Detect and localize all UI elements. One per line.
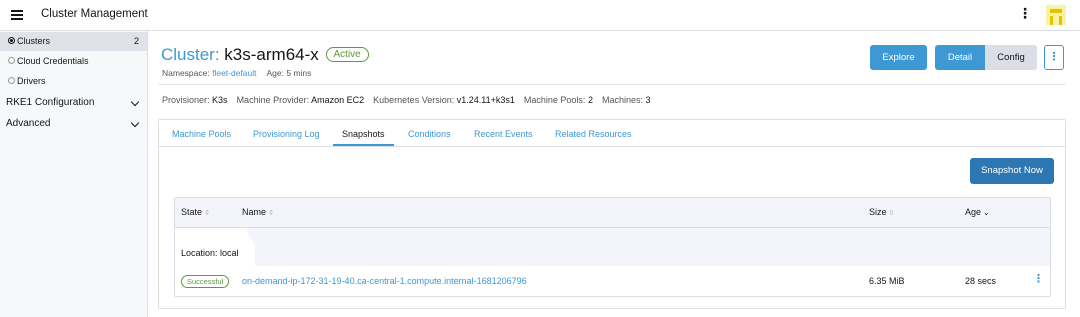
vertical-dots-icon[interactable]: ⋮	[1018, 6, 1032, 20]
page-title: Cluster: k3s-arm64-x Active	[161, 45, 369, 65]
top-bar: Cluster Management ⋮	[0, 0, 1080, 31]
tab-related-resources[interactable]: Related Resources	[555, 120, 632, 146]
age-text: Age: 5 mins	[266, 68, 312, 78]
group-row: Location: local	[175, 228, 1050, 266]
tab-conditions[interactable]: Conditions	[408, 120, 451, 146]
explore-button[interactable]: Explore	[870, 45, 927, 70]
column-header-name[interactable]: Name ⇳	[242, 207, 274, 217]
sort-desc-icon: ⌄	[983, 208, 990, 217]
namespace-link[interactable]: fleet-default	[212, 68, 256, 78]
row-actions-icon[interactable]: ⋮	[1033, 272, 1044, 285]
sidebar-group-rke1-configuration[interactable]: RKE1 Configuration	[0, 93, 147, 113]
sidebar-item-label: Clusters	[17, 36, 51, 46]
sort-icon: ⇳	[268, 210, 274, 217]
tab-provisioning-log[interactable]: Provisioning Log	[253, 120, 320, 146]
group-tag	[175, 228, 255, 266]
provisioner-label: Provisioner:	[162, 95, 210, 105]
tab-bar: Machine Pools Provisioning Log Snapshots…	[159, 120, 1065, 147]
column-header-age[interactable]: Age ⌄	[965, 207, 990, 217]
namespace-line: Namespace: fleet-default Age: 5 mins	[162, 68, 311, 78]
hamburger-menu-icon[interactable]	[11, 10, 23, 20]
app-title: Cluster Management	[41, 8, 148, 20]
sidebar-item-clusters[interactable]: Clusters 2	[0, 32, 147, 51]
circle-icon	[8, 57, 15, 65]
k8s-version-label: Kubernetes Version:	[373, 95, 455, 105]
machine-pools-label: Machine Pools:	[523, 95, 586, 105]
sidebar-item-drivers[interactable]: Drivers	[0, 72, 147, 91]
sidebar-item-label: Cloud Credentials	[17, 56, 89, 66]
snapshot-name-link[interactable]: on-demand-ip-172-31-19-40.ca-central-1.c…	[242, 276, 527, 286]
sidebar-item-label: Drivers	[17, 76, 46, 86]
sidebar-item-cloud-credentials[interactable]: Cloud Credentials	[0, 52, 147, 71]
tab-snapshots[interactable]: Snapshots	[342, 120, 385, 146]
sidebar-group-label: Advanced	[6, 118, 51, 129]
status-badge: Successful	[181, 275, 230, 288]
sort-icon: ⇳	[888, 210, 895, 217]
table-header: State ⇳ Name ⇳ Size ⇳ Age ⌄	[175, 198, 1050, 228]
active-tab-indicator	[333, 144, 394, 146]
column-label: State	[181, 207, 203, 217]
column-label: Age	[965, 207, 982, 217]
sidebar: Clusters 2 Cloud Credentials Drivers RKE…	[0, 31, 148, 317]
rancher-logo-icon[interactable]	[1046, 5, 1066, 25]
cluster-info-line: Provisioner: K3s Machine Provider: Amazon…	[162, 95, 651, 105]
snapshot-now-button[interactable]: Snapshot Now	[970, 158, 1054, 184]
snapshot-age: 28 secs	[965, 276, 997, 286]
tab-recent-events[interactable]: Recent Events	[474, 120, 533, 146]
machines-label: Machines:	[601, 95, 643, 105]
column-header-state[interactable]: State ⇳	[181, 207, 210, 217]
machine-provider-value: Amazon EC2	[311, 95, 365, 105]
cluster-icon	[8, 37, 15, 45]
sidebar-item-count: 2	[133, 36, 139, 46]
machine-provider-label: Machine Provider:	[236, 95, 310, 105]
circle-icon	[8, 77, 15, 85]
column-label: Name	[242, 207, 267, 217]
sort-icon: ⇳	[204, 210, 210, 217]
sidebar-group-advanced[interactable]: Advanced	[0, 114, 147, 134]
tab-machine-pools[interactable]: Machine Pools	[172, 120, 231, 146]
cluster-name: k3s-arm64-x	[224, 45, 319, 64]
column-label: Size	[869, 207, 887, 217]
namespace-label: Namespace:	[162, 68, 213, 78]
status-badge: Active	[325, 47, 369, 62]
column-header-size[interactable]: Size ⇳	[869, 207, 894, 217]
table-row: Successful on-demand-ip-172-31-19-40.ca-…	[175, 266, 1050, 296]
chevron-down-icon	[130, 118, 140, 128]
machines-value: 3	[645, 95, 651, 105]
config-button[interactable]: Config	[985, 45, 1037, 70]
tabs-panel: Machine Pools Provisioning Log Snapshots…	[158, 119, 1066, 309]
divider	[158, 84, 1066, 85]
snapshot-size: 6.35 MiB	[869, 276, 905, 286]
snapshots-table: State ⇳ Name ⇳ Size ⇳ Age ⌄ Location: local …	[174, 197, 1051, 297]
more-actions-button[interactable]: ⋮	[1044, 45, 1064, 70]
chevron-down-icon	[130, 97, 140, 107]
provisioner-value: K3s	[212, 95, 228, 105]
cluster-title-prefix: Cluster:	[161, 45, 225, 64]
k8s-version-value: v1.24.11+k3s1	[456, 95, 515, 105]
sidebar-group-label: RKE1 Configuration	[6, 97, 95, 108]
detail-button[interactable]: Detail	[935, 45, 985, 70]
group-label: Location: local	[181, 248, 239, 258]
machine-pools-value: 2	[587, 95, 593, 105]
